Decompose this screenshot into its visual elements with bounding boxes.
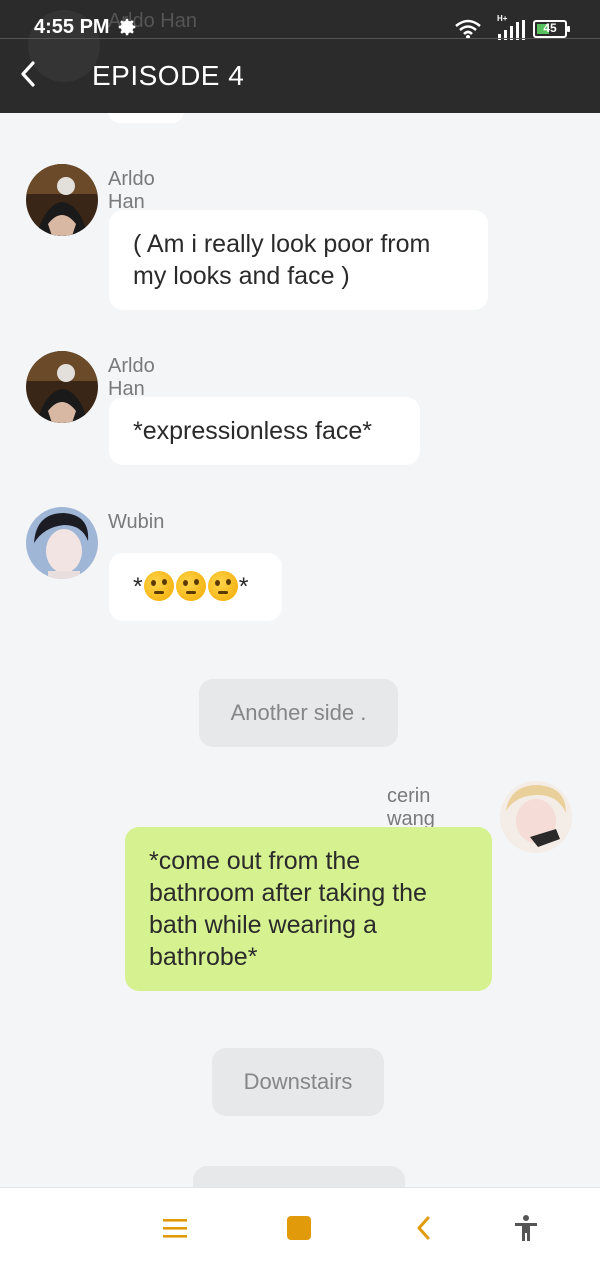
app-bar: Arldo Han 4:55 PM H+ 45 EPISODE 4 — [0, 0, 600, 113]
message-bubble[interactable]: *expressionless face* — [109, 397, 420, 465]
back-icon — [417, 1216, 430, 1240]
signal-icon — [498, 20, 525, 40]
wifi-icon — [455, 19, 481, 39]
sender-name: Wubin — [108, 511, 165, 533]
menu-button[interactable] — [157, 1210, 193, 1246]
narration-bubble[interactable]: Another side . — [199, 679, 398, 747]
sender-name: Arldo Han — [108, 355, 155, 400]
chat-area[interactable]: Arldo Han ( Am i really look poor from m… — [0, 113, 600, 1187]
status-time: 4:55 PM — [34, 16, 110, 38]
battery-icon: 45 — [533, 20, 570, 38]
avatar[interactable] — [500, 781, 572, 853]
sender-name: cerin wang — [387, 785, 435, 830]
thinking-face-icon — [207, 571, 238, 601]
stop-icon — [287, 1216, 311, 1240]
back-button[interactable] — [10, 56, 46, 92]
avatar[interactable] — [26, 507, 98, 579]
page-title: EPISODE 4 — [92, 60, 245, 91]
status-divider — [0, 38, 600, 39]
battery-level: 45 — [543, 21, 557, 35]
message-bubble[interactable]: *come out from the bathroom after taking… — [125, 827, 492, 991]
accessibility-icon — [515, 1215, 537, 1241]
menu-icon — [163, 1219, 187, 1238]
message-bubble[interactable]: ( Am i really look poor from my looks an… — [109, 210, 488, 310]
previous-message-bubble — [108, 113, 184, 123]
sender-name: Arldo Han — [108, 168, 155, 213]
accessibility-button[interactable] — [508, 1210, 544, 1246]
text-suffix: * — [238, 573, 249, 601]
avatar[interactable] — [26, 351, 98, 423]
gear-icon — [118, 18, 136, 36]
status-bar: Arldo Han 4:55 PM H+ 45 — [0, 0, 600, 82]
narration-bubble-partial[interactable] — [193, 1166, 405, 1187]
avatar[interactable] — [26, 164, 98, 236]
chevron-left-icon — [21, 61, 35, 87]
message-bubble[interactable]: * * — [109, 553, 282, 621]
text-prefix: * — [133, 573, 143, 601]
narration-bubble[interactable]: Downstairs — [212, 1048, 384, 1116]
thinking-face-icon — [143, 571, 174, 601]
bottom-toolbar — [0, 1187, 600, 1267]
stop-button[interactable] — [281, 1210, 317, 1246]
previous-button[interactable] — [406, 1210, 442, 1246]
thinking-face-icon — [175, 571, 206, 601]
